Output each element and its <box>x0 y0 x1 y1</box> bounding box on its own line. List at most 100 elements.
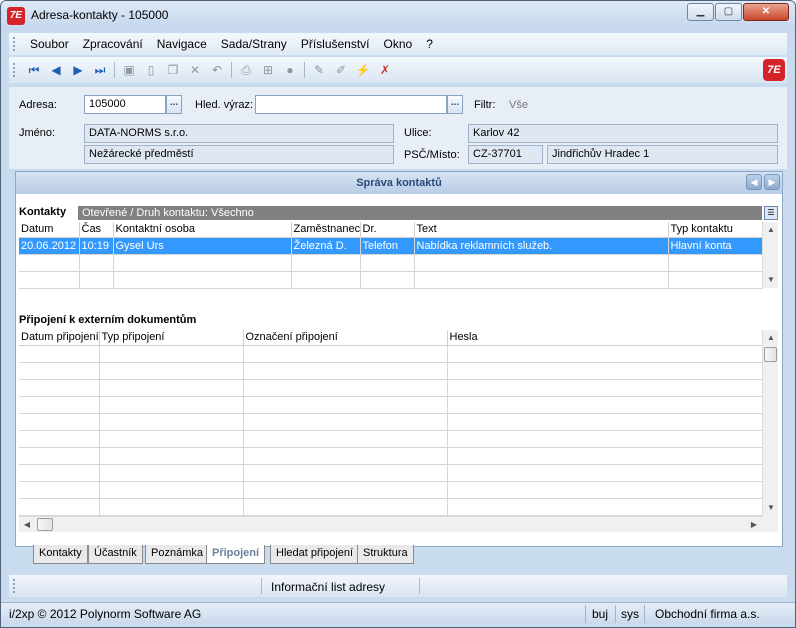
panel-prev-icon[interactable]: ◀ <box>746 174 762 190</box>
scroll-right-icon[interactable]: ▶ <box>746 517 762 533</box>
col-datum[interactable]: Datum <box>19 222 80 238</box>
col-typ-pripojeni[interactable]: Typ připojení <box>99 330 244 346</box>
tab-ucastnik[interactable]: Účastník <box>88 545 143 564</box>
col-kontaktni-osoba[interactable]: Kontaktní osoba <box>113 222 292 238</box>
cell-druh[interactable]: Telefon <box>360 237 415 255</box>
scroll-left-icon[interactable]: ◀ <box>19 517 35 533</box>
tab-kontakty[interactable]: Kontakty <box>33 545 88 564</box>
stop-icon[interactable]: ● <box>281 61 299 79</box>
col-text[interactable]: Text <box>414 222 669 238</box>
next-record-icon[interactable]: ▶ <box>69 61 87 79</box>
clear-filter-icon[interactable]: ✗ <box>376 61 394 79</box>
table-row[interactable] <box>19 254 763 272</box>
toolbar-grip[interactable] <box>13 63 17 77</box>
attachments-vscrollbar[interactable]: ▲ ▼ <box>762 330 778 516</box>
print-icon[interactable]: ⎙ <box>237 61 255 79</box>
undo-icon[interactable]: ↶ <box>208 61 226 79</box>
scroll-up-icon[interactable]: ▲ <box>763 330 779 346</box>
contacts-table: Datum Čas Kontaktní osoba Zaměstnanec Dr… <box>19 222 763 289</box>
cell-cas[interactable]: 10:19 <box>79 237 114 255</box>
title-bar: 7E Adresa-kontakty - 105000 ▁ ▢ ✕ <box>1 1 795 31</box>
contacts-vscrollbar[interactable]: ▲ ▼ <box>762 222 778 288</box>
new-document-icon[interactable]: ▯ <box>142 61 160 79</box>
tab-struktura[interactable]: Struktura <box>357 545 414 564</box>
panel-next-icon[interactable]: ▶ <box>764 174 780 190</box>
cell-datum[interactable]: 20.06.2012 <box>19 237 80 255</box>
col-datum-pripojeni[interactable]: Datum připojení <box>19 330 100 346</box>
table-row[interactable] <box>19 345 763 363</box>
last-record-icon[interactable]: ⏭ <box>91 61 109 79</box>
save-icon[interactable]: ▣ <box>120 61 138 79</box>
info-separator <box>261 578 262 594</box>
infobar-grip[interactable] <box>13 579 17 593</box>
edit-pen-icon[interactable]: ✎ <box>310 61 328 79</box>
table-row[interactable] <box>19 498 763 516</box>
menu-help[interactable]: ? <box>419 37 440 51</box>
psc-field: CZ-37701 <box>468 145 543 164</box>
search-input[interactable] <box>255 95 447 114</box>
info-sheet-button[interactable]: Informační list adresy <box>271 580 385 594</box>
table-row[interactable] <box>19 481 763 499</box>
filtr-value[interactable]: Vše <box>509 99 528 111</box>
copy-icon[interactable]: ❐ <box>164 61 182 79</box>
col-typ-kontaktu[interactable]: Typ kontaktu <box>668 222 763 238</box>
status-copyright: i/2xp © 2012 Polynorm Software AG <box>9 607 202 621</box>
col-oznaceni-pripojeni[interactable]: Označení připojení <box>243 330 448 346</box>
table-row[interactable] <box>19 430 763 448</box>
table-row[interactable] <box>19 362 763 380</box>
col-zamestnanec[interactable]: Zaměstnanec <box>291 222 361 238</box>
toolbar: ⏮ ◀ ▶ ⏭ ▣ ▯ ❐ ✕ ↶ ⎙ ⊞ ● ✎ ✐ ⚡ ✗ 7E <box>9 57 787 83</box>
menu-prislusenstvi[interactable]: Příslušenství <box>294 37 377 51</box>
menu-navigace[interactable]: Navigace <box>150 37 214 51</box>
attachments-table: Datum připojení Typ připojení Označení p… <box>19 330 763 516</box>
table-row[interactable]: 20.06.2012 10:19 Gysel Urs Železná D. Te… <box>19 237 763 255</box>
edit-pencil-icon[interactable]: ✐ <box>332 61 350 79</box>
toolbar-separator <box>114 62 115 78</box>
hled-label: Hled. výraz: <box>195 99 254 111</box>
previous-record-icon[interactable]: ◀ <box>47 61 65 79</box>
minimize-button[interactable]: ▁ <box>687 3 714 21</box>
scroll-down-icon[interactable]: ▼ <box>763 500 779 516</box>
adresa-input[interactable]: 105000 <box>84 95 166 114</box>
adresa-lookup-button[interactable]: ... <box>166 95 182 114</box>
tab-hledat-pripojeni[interactable]: Hledat připojení <box>270 545 360 564</box>
cell-text[interactable]: Nabídka reklamních služeb. <box>414 237 669 255</box>
table-row[interactable] <box>19 413 763 431</box>
table-row[interactable] <box>19 271 763 289</box>
scroll-thumb[interactable] <box>764 347 777 362</box>
table-row[interactable] <box>19 447 763 465</box>
menu-zpracovani[interactable]: Zpracování <box>76 37 150 51</box>
filter-icon[interactable]: ⚡ <box>354 61 372 79</box>
structure-icon[interactable]: ⊞ <box>259 61 277 79</box>
cell-kontaktni-osoba[interactable]: Gysel Urs <box>113 237 292 255</box>
col-hesla[interactable]: Hesla <box>447 330 763 346</box>
menu-grip[interactable] <box>13 37 17 51</box>
menu-soubor[interactable]: Soubor <box>23 37 76 51</box>
status-company: Obchodní firma a.s. <box>655 607 760 621</box>
col-cas[interactable]: Čas <box>79 222 114 238</box>
search-lookup-button[interactable]: ... <box>447 95 463 114</box>
toolbar-separator <box>231 62 232 78</box>
contacts-settings-icon[interactable]: ☰ <box>764 206 778 220</box>
attachments-hscrollbar[interactable]: ◀ ▶ <box>19 516 762 532</box>
maximize-button[interactable]: ▢ <box>715 3 742 21</box>
close-button[interactable]: ✕ <box>743 3 789 21</box>
tab-pripojeni[interactable]: Připojení <box>206 545 266 564</box>
tab-poznamka[interactable]: Poznámka <box>145 545 209 564</box>
scroll-down-icon[interactable]: ▼ <box>763 272 779 288</box>
cell-typ-kontaktu[interactable]: Hlavní konta <box>668 237 763 255</box>
table-row[interactable] <box>19 379 763 397</box>
cell-zamestnanec[interactable]: Železná D. <box>291 237 361 255</box>
table-row[interactable] <box>19 464 763 482</box>
ulice-label: Ulice: <box>404 127 432 139</box>
scroll-thumb[interactable] <box>37 518 53 531</box>
jmeno-label: Jméno: <box>19 127 56 139</box>
scroll-corner <box>762 516 778 532</box>
scroll-up-icon[interactable]: ▲ <box>763 222 779 238</box>
table-row[interactable] <box>19 396 763 414</box>
first-record-icon[interactable]: ⏮ <box>25 61 43 79</box>
delete-icon[interactable]: ✕ <box>186 61 204 79</box>
menu-okno[interactable]: Okno <box>377 37 420 51</box>
menu-sada-strany[interactable]: Sada/Strany <box>214 37 294 51</box>
col-druh[interactable]: Dr. <box>360 222 415 238</box>
